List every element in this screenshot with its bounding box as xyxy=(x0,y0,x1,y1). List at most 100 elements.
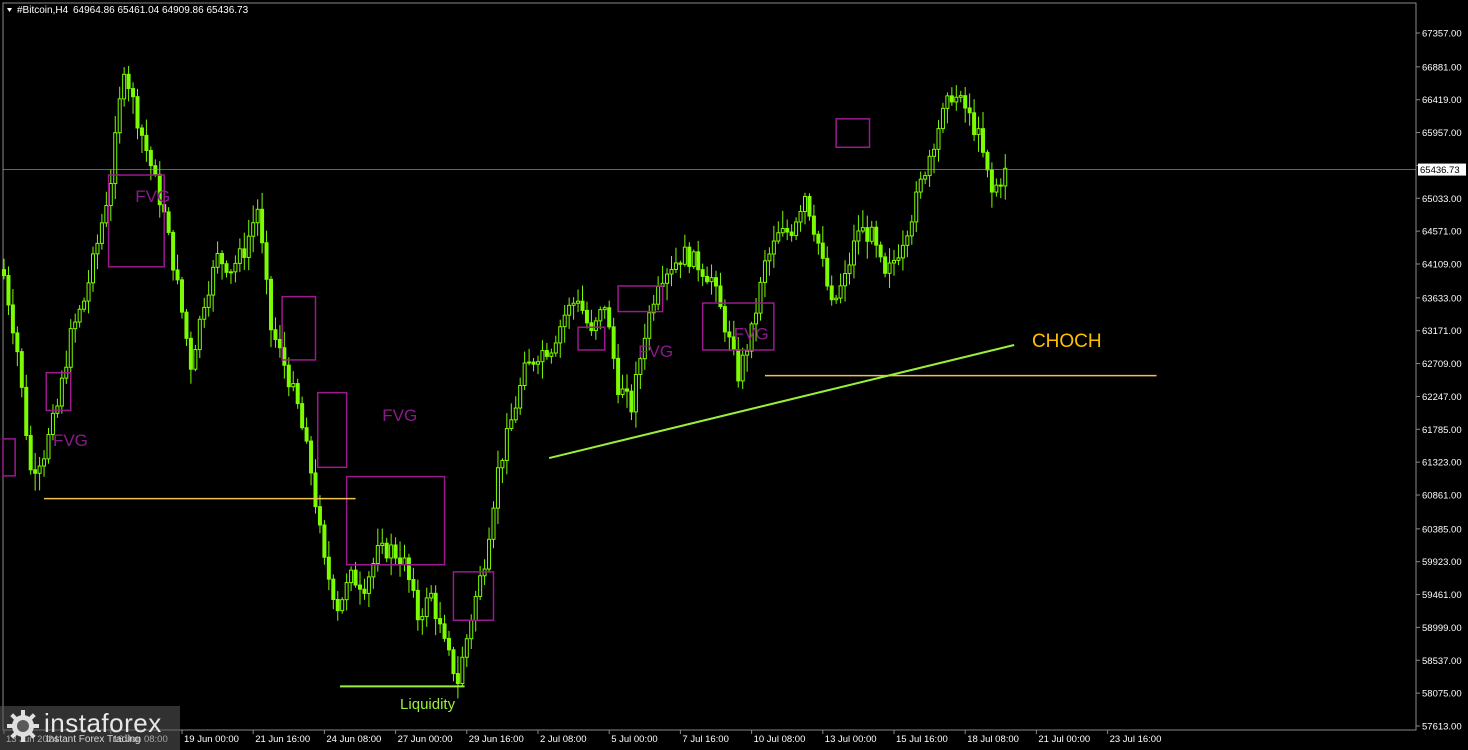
candle-body-bull xyxy=(429,592,434,599)
candle-body-bull xyxy=(598,309,603,322)
candle-body-bull xyxy=(349,569,354,584)
candle-body-bear xyxy=(286,364,291,388)
candle-body-bull xyxy=(73,321,78,330)
candle-body-bear xyxy=(282,347,287,366)
candle-body-bull xyxy=(518,385,523,409)
candle-body-bull xyxy=(478,575,483,597)
candle-body-bear xyxy=(277,338,282,349)
candle-body-bull xyxy=(68,328,73,368)
y-tick-label: 58999.00 xyxy=(1422,623,1462,634)
candle-body-bear xyxy=(166,211,171,233)
candle-body-bull xyxy=(576,300,581,304)
price-chart: GFVGFVGFVGFVGFVGCHOCHLiquidity 67357.006… xyxy=(0,0,1468,750)
y-tick-label: 57613.00 xyxy=(1422,722,1462,733)
candle-body-bear xyxy=(785,228,790,233)
candle-body-bull xyxy=(927,155,932,177)
candle-body-bull xyxy=(104,205,109,224)
candle-body-bear xyxy=(2,269,6,276)
y-tick-label: 66419.00 xyxy=(1422,95,1462,106)
candle-body-bear xyxy=(184,311,189,339)
candle-body-bear xyxy=(317,506,322,526)
candle-body-bull xyxy=(958,95,963,98)
fvg-label: FVG xyxy=(734,324,769,343)
candle-body-bull xyxy=(994,184,999,193)
candle-body-bear xyxy=(273,329,278,340)
candle-body-bull xyxy=(954,96,959,103)
candle-body-bull xyxy=(55,405,60,414)
y-tick-label: 58537.00 xyxy=(1422,656,1462,667)
candle-body-bull xyxy=(59,377,64,407)
candle-body-bull xyxy=(754,312,759,325)
candle-body-bear xyxy=(131,88,136,98)
y-tick-label: 62709.00 xyxy=(1422,359,1462,370)
candle-body-bear xyxy=(126,73,131,90)
candle-body-bull xyxy=(500,459,505,469)
x-tick-label: 29 Jun 16:00 xyxy=(469,734,524,745)
candle-body-bear xyxy=(398,557,403,566)
candle-body-bull xyxy=(509,419,514,430)
candle-body-bear xyxy=(358,584,362,590)
candle-body-bull xyxy=(206,294,211,308)
candle-body-bull xyxy=(682,246,687,265)
candle-body-bear xyxy=(451,649,456,675)
candle-body-bull xyxy=(905,235,910,246)
candle-body-bear xyxy=(139,127,144,136)
candle-body-bull xyxy=(95,242,100,255)
candle-body-bull xyxy=(291,383,296,388)
candle-body-bull xyxy=(473,595,478,621)
candle-body-bull xyxy=(932,148,937,157)
fvg-label: FVG xyxy=(135,187,170,206)
candle-body-bull xyxy=(914,191,919,223)
y-tick-label: 62247.00 xyxy=(1422,392,1462,403)
candle-body-bear xyxy=(335,598,340,612)
candle-body-bull xyxy=(936,128,941,150)
candle-body-bull xyxy=(896,257,901,261)
candle-body-bull xyxy=(233,262,238,273)
candle-body-bull xyxy=(366,576,371,594)
candle-body-bull xyxy=(673,262,678,270)
candle-body-bear xyxy=(865,227,870,242)
candle-body-bull xyxy=(424,597,429,618)
candle-body-bear xyxy=(415,589,420,621)
candle-body-bull xyxy=(255,208,260,224)
candle-body-bear xyxy=(963,95,968,109)
candle-body-bear xyxy=(829,285,834,301)
candle-body-bull xyxy=(909,221,914,237)
y-tick-label: 60385.00 xyxy=(1422,524,1462,535)
candle-body-bull xyxy=(82,300,87,310)
candle-body-bull xyxy=(567,304,572,316)
candle-body-bull xyxy=(344,582,349,601)
candle-body-bull xyxy=(197,318,202,351)
candle-body-bear xyxy=(584,309,589,324)
choch-label: CHOCH xyxy=(1032,331,1102,352)
candle-body-bull xyxy=(940,107,945,130)
candle-body-bull xyxy=(469,619,474,640)
candle-body-bear xyxy=(722,306,727,333)
candle-body-bear xyxy=(188,337,193,370)
logo-tagline: Instant Forex Trading xyxy=(46,734,141,745)
x-tick-label: 21 Jul 00:00 xyxy=(1038,734,1090,745)
candle-body-bull xyxy=(923,175,928,180)
candle-body-bear xyxy=(331,578,336,600)
candle-body-bull xyxy=(536,361,540,365)
candle-body-bull xyxy=(669,268,674,275)
fvg-label: FVG xyxy=(638,342,673,361)
y-tick-label: 59923.00 xyxy=(1422,557,1462,568)
candle-body-bear xyxy=(687,246,692,267)
candle-body-bear xyxy=(789,231,794,237)
candle-body-bear xyxy=(972,112,977,136)
candle-body-bear xyxy=(224,263,229,273)
candle-body-bear xyxy=(362,588,367,594)
candle-body-bull xyxy=(380,542,385,547)
candle-body-bear xyxy=(242,248,247,258)
ohlc-readout: 64964.86 65461.04 64909.86 65436.73 xyxy=(73,5,249,16)
candle-body-bear xyxy=(438,618,443,625)
candle-body-bull xyxy=(945,95,950,109)
candle-body-bull xyxy=(745,350,750,356)
candle-body-bull xyxy=(495,467,500,509)
candle-body-bull xyxy=(843,273,848,287)
fvg-label: FVG xyxy=(382,406,417,425)
candle-body-bull xyxy=(892,259,896,264)
x-tick-label: 19 Jun 00:00 xyxy=(184,734,239,745)
candle-body-bear xyxy=(411,579,416,591)
